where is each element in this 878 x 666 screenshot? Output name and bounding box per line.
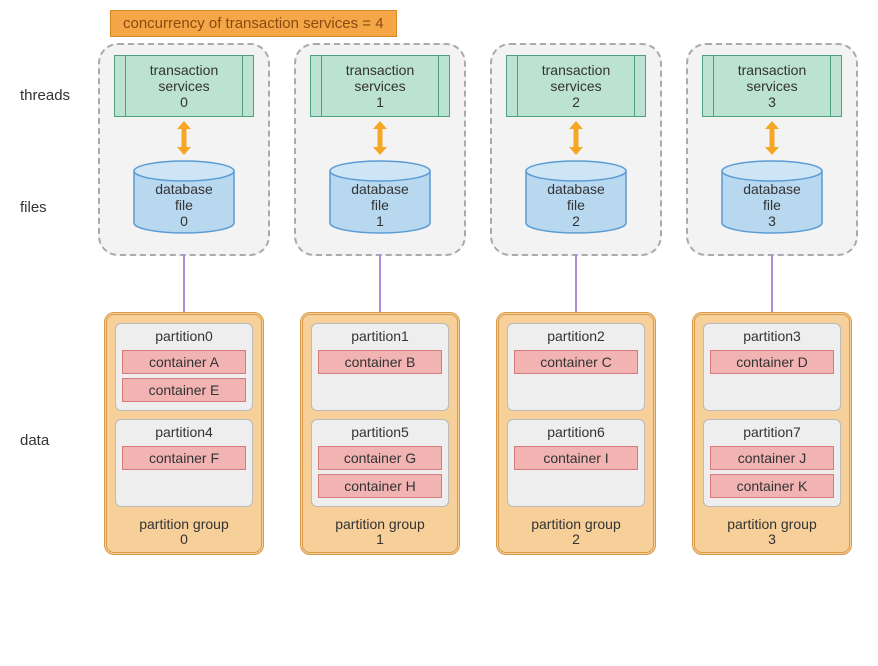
partition-box: partition7 container J container K: [703, 419, 841, 507]
partition-box: partition1 container B: [311, 323, 449, 411]
container-box: container A: [122, 350, 246, 374]
container-box: container C: [514, 350, 638, 374]
database-cylinder-0: databasefile0: [130, 159, 238, 240]
partition-group-label: partition group1: [311, 517, 449, 548]
container-box: container I: [514, 446, 638, 470]
partition-title: partition2: [514, 328, 638, 344]
row-label-files: files: [20, 199, 98, 216]
partition-box: partition0 container A container E: [115, 323, 253, 411]
service-db-group-3: transaction services 3 databasefile3: [686, 43, 858, 256]
service-db-group-2: transaction services 2 databasefile2: [490, 43, 662, 256]
container-box: container D: [710, 350, 834, 374]
partition-title: partition5: [318, 424, 442, 440]
partition-box: partition5 container G container H: [311, 419, 449, 507]
partition-title: partition4: [122, 424, 246, 440]
partition-group-1: partition1 container B partition5 contai…: [300, 312, 460, 555]
container-box: container F: [122, 446, 246, 470]
bidirectional-arrow-icon: [174, 121, 194, 155]
row-label-data: data: [20, 312, 98, 449]
database-cylinder-2: databasefile2: [522, 159, 630, 240]
partition-group-0: partition0 container A container E partit…: [104, 312, 264, 555]
transaction-service-1: transaction services 1: [310, 55, 450, 117]
database-cylinder-3: databasefile3: [718, 159, 826, 240]
partition-title: partition6: [514, 424, 638, 440]
partition-group-label: partition group2: [507, 517, 645, 548]
partition-group-2: partition2 container C partition6 contai…: [496, 312, 656, 555]
connector-line-1: [379, 254, 381, 312]
connector-line-2: [575, 254, 577, 312]
partition-box: partition2 container C: [507, 323, 645, 411]
partition-group-label: partition group3: [703, 517, 841, 548]
partition-title: partition1: [318, 328, 442, 344]
container-box: container B: [318, 350, 442, 374]
partition-title: partition3: [710, 328, 834, 344]
partition-box: partition6 container I: [507, 419, 645, 507]
partition-group-label: partition group0: [115, 517, 253, 548]
service-db-group-0: transaction services 0 databasefile0: [98, 43, 270, 256]
container-box: container K: [710, 474, 834, 498]
row-label-threads: threads: [20, 87, 98, 104]
partition-box: partition3 container D: [703, 323, 841, 411]
container-box: container H: [318, 474, 442, 498]
container-box: container J: [710, 446, 834, 470]
transaction-service-3: transaction services 3: [702, 55, 842, 117]
concurrency-banner: concurrency of transaction services = 4: [110, 10, 397, 37]
connector-line-0: [183, 254, 185, 312]
partition-box: partition4 container F: [115, 419, 253, 507]
partition-title: partition7: [710, 424, 834, 440]
partition-title: partition0: [122, 328, 246, 344]
container-box: container G: [318, 446, 442, 470]
container-box: container E: [122, 378, 246, 402]
transaction-service-2: transaction services 2: [506, 55, 646, 117]
bidirectional-arrow-icon: [370, 121, 390, 155]
bidirectional-arrow-icon: [762, 121, 782, 155]
database-cylinder-1: databasefile1: [326, 159, 434, 240]
bidirectional-arrow-icon: [566, 121, 586, 155]
service-db-group-1: transaction services 1 databasefile1: [294, 43, 466, 256]
partition-group-3: partition3 container D partition7 contai…: [692, 312, 852, 555]
transaction-service-0: transaction services 0: [114, 55, 254, 117]
connector-line-3: [771, 254, 773, 312]
